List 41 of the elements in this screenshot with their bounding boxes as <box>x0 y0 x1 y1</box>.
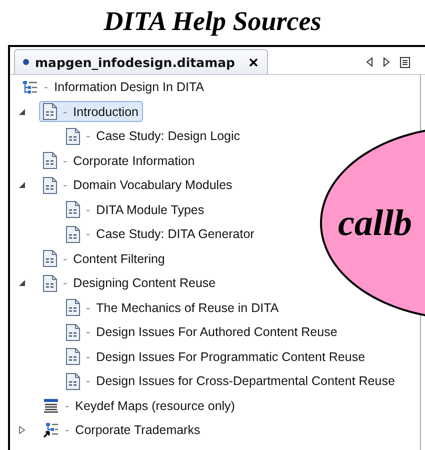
topic-document-icon <box>66 324 80 341</box>
previous-arrow-icon[interactable] <box>366 57 373 67</box>
map-link-icon <box>43 422 59 438</box>
topic-document-icon <box>43 103 57 120</box>
tree-item[interactable]: - DITA Module Types <box>62 199 208 220</box>
tree-item[interactable]: - The Mechanics of Reuse in DITA <box>62 297 283 318</box>
expanded-arrow-icon[interactable] <box>18 181 26 190</box>
editor-tab[interactable]: mapgen_infodesign.ditamap <box>14 49 268 74</box>
topic-document-icon <box>66 128 80 145</box>
topic-document-icon <box>43 274 57 292</box>
tree-item[interactable]: - Domain Vocabulary Modules <box>39 174 236 196</box>
tree-item[interactable]: - Design Issues For Authored Content Reuse <box>62 322 342 343</box>
expanded-arrow-icon[interactable] <box>18 279 26 288</box>
callout-text: callb <box>338 202 412 244</box>
tree-item[interactable]: - Design Issues for Cross-Departmental Content Reuse <box>62 370 399 392</box>
topic-document-icon <box>43 176 57 194</box>
topic-document-icon <box>66 348 80 366</box>
tree-item[interactable]: - Introduction <box>39 101 142 122</box>
topic-document-icon <box>66 226 80 243</box>
topic-document-icon <box>66 201 80 218</box>
tree-item[interactable]: - Design Issues For Programmatic Content Reuse <box>62 346 370 368</box>
map-tree-icon <box>22 80 38 95</box>
tree-item[interactable]: - Corporate Information <box>39 150 199 172</box>
close-icon[interactable] <box>249 58 258 66</box>
list-icon[interactable] <box>400 56 410 68</box>
tree-item[interactable]: - Case Study: Design Logic <box>62 126 244 147</box>
tree-item[interactable]: - Designing Content Reuse <box>39 272 220 294</box>
topic-document-icon <box>43 152 57 170</box>
tree-item[interactable]: - Corporate Trademarks <box>39 420 204 440</box>
topic-document-icon <box>66 299 80 316</box>
next-arrow-icon[interactable] <box>383 57 390 67</box>
collapsed-arrow-icon[interactable] <box>18 426 26 434</box>
tree-item[interactable]: - Content Filtering <box>39 248 169 270</box>
expanded-arrow-icon[interactable] <box>18 108 26 116</box>
topic-document-icon <box>66 372 80 390</box>
tree-item[interactable]: - Keydef Maps (resource only) <box>39 396 239 416</box>
page-title: DITA Help Sources <box>102 5 322 38</box>
tree-item[interactable]: - Case Study: DITA Generator <box>62 224 258 245</box>
stacked-lines-icon <box>43 398 59 414</box>
topic-document-icon <box>43 250 57 268</box>
tree-item[interactable]: - Information Design In DITA <box>18 78 208 97</box>
